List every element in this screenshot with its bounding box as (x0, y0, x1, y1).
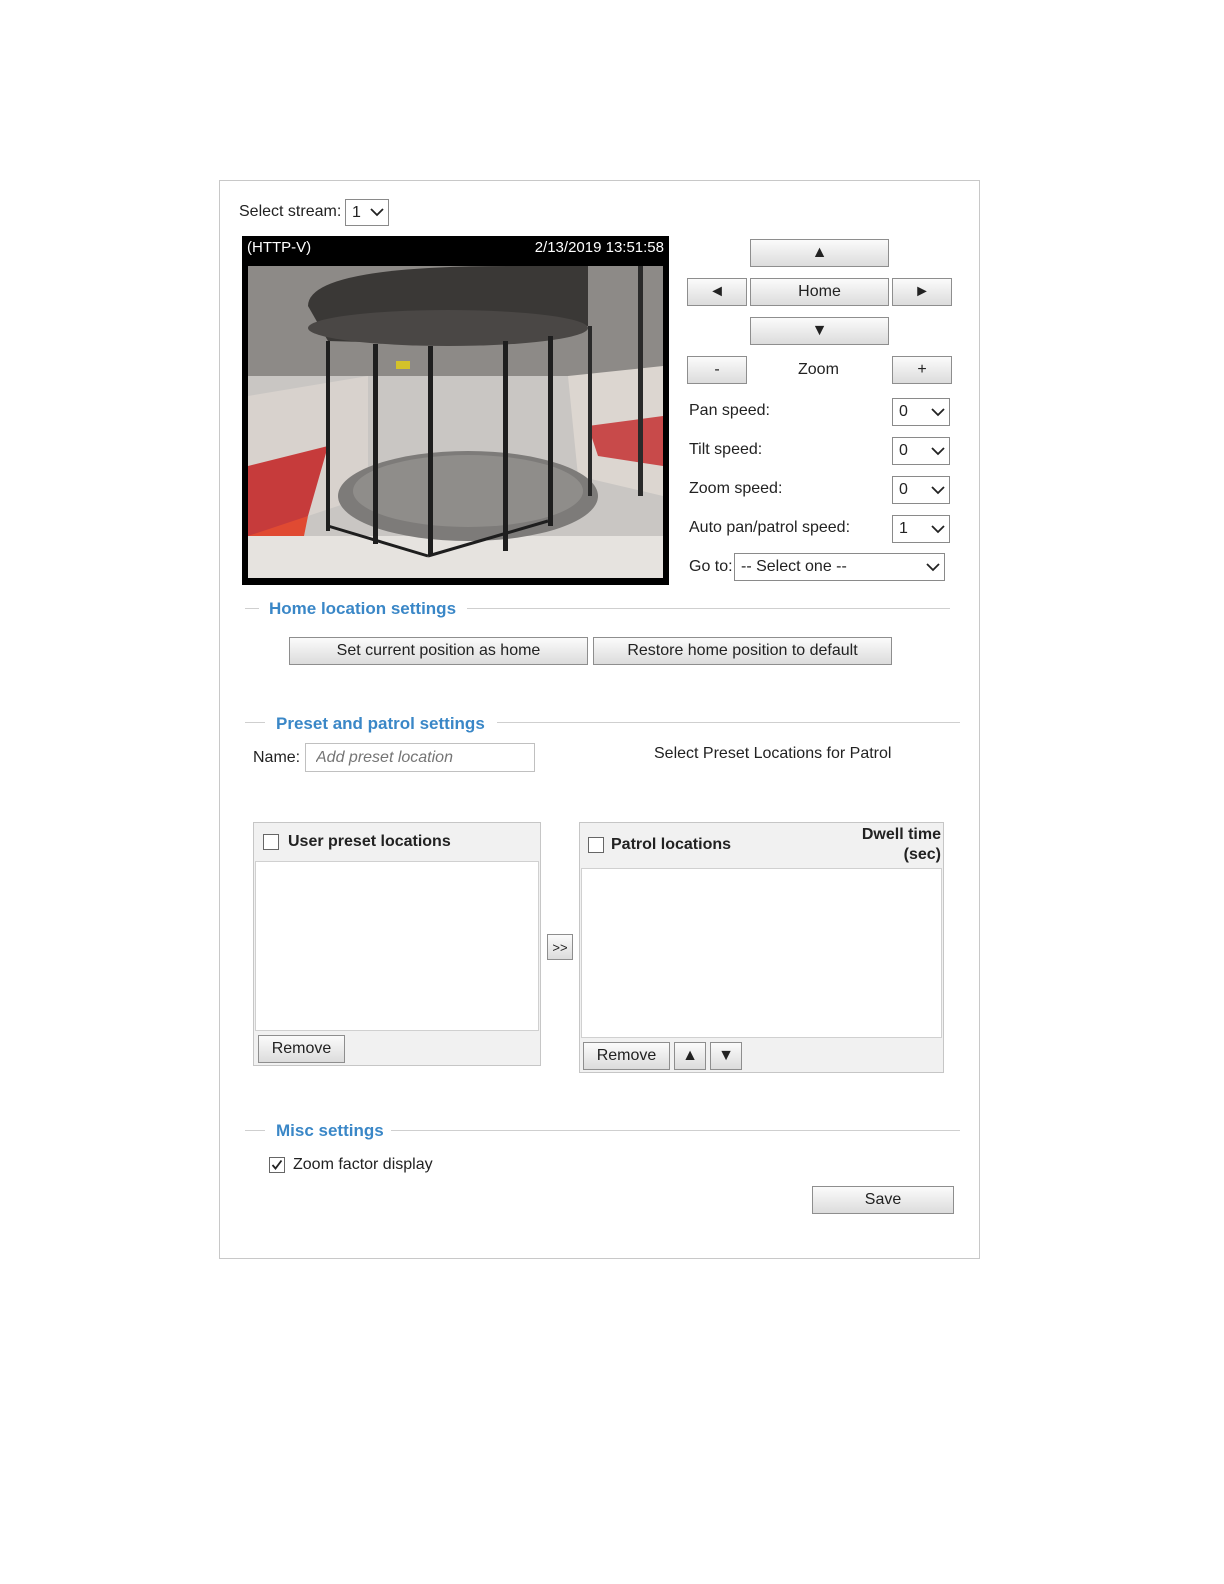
section-divider (467, 608, 950, 609)
section-divider (245, 722, 265, 723)
save-button[interactable]: Save (812, 1186, 954, 1214)
video-protocol: (HTTP-V) (247, 239, 312, 256)
zoom-factor-label: Zoom factor display (293, 1156, 433, 1173)
move-down-button[interactable]: ▼ (710, 1042, 742, 1070)
tilt-speed-select[interactable]: 0 (892, 437, 950, 465)
set-home-button[interactable]: Set current position as home (289, 637, 588, 665)
chevron-down-icon (366, 200, 388, 225)
goto-select[interactable]: -- Select one -- (734, 553, 945, 581)
pan-left-button[interactable]: ◄ (687, 278, 747, 306)
preset-patrol-title: Preset and patrol settings (276, 714, 485, 733)
zoom-speed-label: Zoom speed: (689, 480, 783, 497)
live-video-viewer[interactable]: (HTTP-V) 2/13/2019 13:51:58 (242, 236, 669, 585)
auto-patrol-speed-label: Auto pan/patrol speed: (689, 519, 851, 536)
patrol-header: Patrol locations (611, 836, 732, 853)
move-up-button[interactable]: ▲ (674, 1042, 706, 1070)
goto-value: -- Select one -- (741, 558, 847, 575)
remove-preset-button[interactable]: Remove (258, 1035, 345, 1063)
chevron-down-icon (927, 477, 949, 503)
restore-home-button[interactable]: Restore home position to default (593, 637, 892, 665)
preset-name-label: Name: (253, 749, 301, 766)
chevron-down-icon (927, 399, 949, 425)
patrol-box: Patrol locations Dwell time (sec) Remove… (579, 822, 944, 1073)
misc-settings-title: Misc settings (276, 1121, 384, 1140)
zoom-in-button[interactable]: + (892, 356, 952, 384)
patrol-select-all-checkbox[interactable] (588, 837, 604, 853)
zoom-speed-select[interactable]: 0 (892, 476, 950, 504)
tilt-speed-value: 0 (899, 442, 908, 459)
pan-speed-label: Pan speed: (689, 402, 770, 419)
section-divider (497, 722, 960, 723)
section-divider (391, 1130, 960, 1131)
tilt-down-button[interactable]: ▼ (750, 317, 889, 345)
tilt-up-button[interactable]: ▲ (750, 239, 889, 267)
tilt-speed-label: Tilt speed: (689, 441, 763, 458)
camera-image (248, 266, 663, 578)
pan-speed-select[interactable]: 0 (892, 398, 950, 426)
zoom-speed-value: 0 (899, 481, 908, 498)
stream-select[interactable]: 1 (345, 199, 389, 226)
pan-right-button[interactable]: ► (892, 278, 952, 306)
auto-patrol-speed-select[interactable]: 1 (892, 515, 950, 543)
video-caption-bar: (HTTP-V) 2/13/2019 13:51:58 (242, 236, 669, 260)
section-divider (245, 1130, 265, 1131)
video-timestamp: 2/13/2019 13:51:58 (534, 239, 664, 256)
section-divider (245, 608, 259, 609)
zoom-factor-checkbox[interactable] (269, 1157, 285, 1173)
add-to-patrol-button[interactable]: >> (547, 934, 573, 960)
goto-label: Go to: (689, 558, 733, 575)
stream-select-value: 1 (352, 203, 361, 221)
dwell-time-header: Dwell time (861, 826, 941, 843)
chevron-down-icon (922, 554, 944, 580)
dwell-time-unit: (sec) (903, 846, 941, 863)
remove-patrol-button[interactable]: Remove (583, 1042, 670, 1070)
user-preset-header: User preset locations (288, 833, 451, 850)
zoom-out-button[interactable]: - (687, 356, 747, 384)
zoom-label: Zoom (798, 361, 839, 378)
user-preset-box: User preset locations Remove (253, 822, 541, 1066)
user-preset-select-all-checkbox[interactable] (263, 834, 279, 850)
pan-speed-value: 0 (899, 403, 908, 420)
patrol-list[interactable] (581, 868, 942, 1038)
checkmark-icon (271, 1159, 283, 1170)
chevron-down-icon (927, 516, 949, 542)
select-stream-label: Select stream: (239, 203, 342, 220)
user-preset-list[interactable] (255, 861, 539, 1031)
preset-name-input[interactable] (305, 743, 535, 772)
patrol-hint-text: Select Preset Locations for Patrol (654, 745, 892, 762)
auto-patrol-speed-value: 1 (899, 520, 908, 537)
home-location-title: Home location settings (269, 599, 457, 618)
home-button[interactable]: Home (750, 278, 889, 306)
chevron-down-icon (927, 438, 949, 464)
